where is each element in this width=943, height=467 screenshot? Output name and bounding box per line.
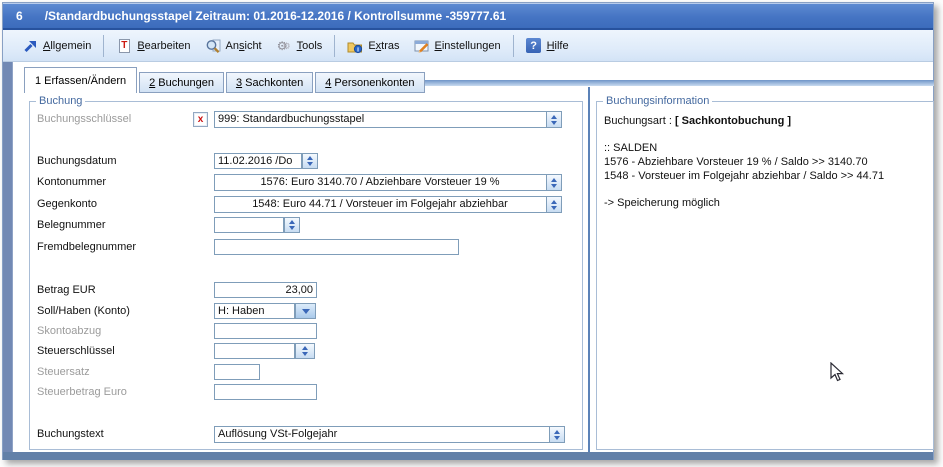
tab-buchungen[interactable]: 2 Buchungen xyxy=(139,72,224,93)
menu-tools[interactable]: ⚙⚙ Tools xyxy=(269,35,330,57)
saldo-line: 1548 - Vorsteuer im Folgejahr abziehbar … xyxy=(604,169,926,183)
buchungsinformation-text: Buchungsart : [ Sachkontobuchung ] :: SA… xyxy=(604,114,926,210)
belegnummer-label: Belegnummer xyxy=(37,217,105,233)
menu-allgemein[interactable]: Allgemein xyxy=(15,35,98,57)
toolbar-separator xyxy=(334,35,335,57)
tab-sachkonten[interactable]: 3 Sachkonten xyxy=(226,72,313,93)
kontonummer-combo[interactable]: 1576: Euro 3140.70 / Abziehbare Vorsteue… xyxy=(214,174,562,191)
betrag-eur-field[interactable]: 23,00 xyxy=(214,282,317,298)
fremdbelegnummer-label: Fremdbelegnummer xyxy=(37,239,136,255)
salden-header: :: SALDEN xyxy=(604,141,926,155)
menu-toolbar: Allgemein T Bearbeiten Ansicht ⚙⚙ Tools … xyxy=(3,30,933,62)
toolbar-separator xyxy=(103,35,104,57)
info-group-label: Buchungsinformation xyxy=(603,95,712,108)
help-icon: ? xyxy=(526,38,542,54)
toolbar-separator xyxy=(513,35,514,57)
saldo-line: 1576 - Abziehbare Vorsteuer 19 % / Saldo… xyxy=(604,155,926,169)
steuersatz-field[interactable] xyxy=(214,364,260,380)
view-magnifier-icon xyxy=(205,38,221,54)
stack-number: 6 xyxy=(16,9,23,23)
go-arrow-icon xyxy=(22,38,38,54)
window-left-frame xyxy=(3,62,13,452)
tab-bar: 1 Erfassen/Ändern 2 Buchungen 3 Sachkont… xyxy=(24,67,425,93)
dropdown-arrow-icon[interactable] xyxy=(295,303,316,319)
screenshot-stage: 6 /Standardbuchungsstapel Zeitraum: 01.2… xyxy=(0,0,943,467)
buchungstext-label: Buchungstext xyxy=(37,426,104,442)
spinner-icon[interactable] xyxy=(284,217,300,233)
steuerschluessel-label: Steuerschlüssel xyxy=(37,343,115,359)
buchungsdatum-label: Buchungsdatum xyxy=(37,153,117,169)
settings-icon xyxy=(414,38,430,54)
mouse-cursor xyxy=(830,362,848,382)
steuerschluessel-field[interactable] xyxy=(214,343,295,359)
soll-haben-label: Soll/Haben (Konto) xyxy=(37,303,130,319)
menu-bearbeiten[interactable]: T Bearbeiten xyxy=(109,35,197,57)
app-window: 6 /Standardbuchungsstapel Zeitraum: 01.2… xyxy=(2,2,934,460)
spinner-icon[interactable] xyxy=(302,153,318,169)
menu-ansicht[interactable]: Ansicht xyxy=(198,35,269,57)
svg-text:i: i xyxy=(357,46,359,53)
tab-erfassen-aendern[interactable]: 1 Erfassen/Ändern xyxy=(24,67,137,93)
buchungsdatum-field[interactable]: 11.02.2016 /Do xyxy=(214,153,302,169)
steuersatz-label: Steuersatz xyxy=(37,364,90,380)
window-title: /Standardbuchungsstapel Zeitraum: 01.201… xyxy=(45,9,507,23)
panel-splitter[interactable] xyxy=(588,87,590,452)
title-bar: 6 /Standardbuchungsstapel Zeitraum: 01.2… xyxy=(3,3,933,28)
clear-x-button[interactable]: x xyxy=(193,112,208,127)
extras-folder-icon: i xyxy=(347,38,363,54)
window-bottom-frame xyxy=(3,452,933,460)
spinner-icon[interactable] xyxy=(546,112,561,127)
soll-haben-dropdown[interactable]: H: Haben xyxy=(214,303,295,319)
skontoabzug-field[interactable] xyxy=(214,323,317,339)
tab-personenkonten[interactable]: 4 Personenkonten xyxy=(315,72,424,93)
gegenkonto-label: Gegenkonto xyxy=(37,196,97,212)
belegnummer-field[interactable] xyxy=(214,217,284,233)
spinner-icon[interactable] xyxy=(295,343,315,359)
kontonummer-label: Kontonummer xyxy=(37,174,106,190)
spinner-icon[interactable] xyxy=(546,197,561,212)
status-line: -> Speicherung möglich xyxy=(604,196,926,210)
tab-strip-line xyxy=(377,80,934,86)
skontoabzug-label: Skontoabzug xyxy=(37,323,101,339)
buchungstext-combo[interactable]: Auflösung VSt-Folgejahr xyxy=(214,426,565,443)
betrag-eur-label: Betrag EUR xyxy=(37,282,96,298)
menu-extras[interactable]: i Extras xyxy=(340,35,406,57)
buchungsart-line: Buchungsart : [ Sachkontobuchung ] xyxy=(604,114,926,128)
buchungsschluessel-combo[interactable]: 999: Standardbuchungsstapel xyxy=(214,111,562,128)
steuerbetrag-euro-label: Steuerbetrag Euro xyxy=(37,384,127,400)
gegenkonto-combo[interactable]: 1548: Euro 44.71 / Vorsteuer im Folgejah… xyxy=(214,196,562,213)
menu-hilfe[interactable]: ? Hilfe xyxy=(519,35,576,57)
menu-einstellungen[interactable]: Einstellungen xyxy=(407,35,508,57)
fremdbelegnummer-field[interactable] xyxy=(214,239,459,255)
spinner-icon[interactable] xyxy=(549,427,564,442)
edit-icon: T xyxy=(116,38,132,54)
buchungsschluessel-label: Buchungsschlüssel xyxy=(37,111,131,127)
steuerbetrag-euro-field[interactable] xyxy=(214,384,317,400)
buchung-group-label: Buchung xyxy=(36,95,85,108)
tools-gears-icon: ⚙⚙ xyxy=(276,38,292,54)
spinner-icon[interactable] xyxy=(546,175,561,190)
